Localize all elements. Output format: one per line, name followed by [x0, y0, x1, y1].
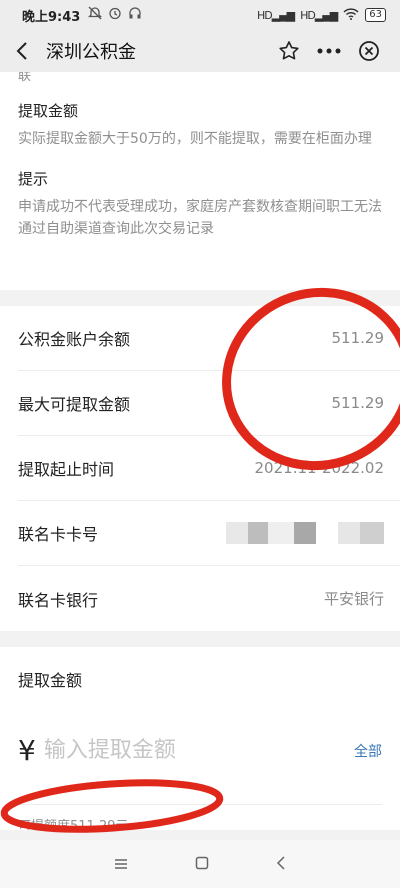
amount-input[interactable]	[43, 738, 334, 763]
back-triangle-icon	[277, 855, 285, 870]
status-right-icons: HD▂▄▆ HD▂▄▆ 63	[256, 7, 386, 23]
notice-body: 实际提取金额大于50万的，则不能提取，需要在柜面办理	[18, 131, 372, 147]
menu-nav-button[interactable]	[114, 854, 128, 875]
account-info-card: 公积金账户余额 511.29 最大可提取金额 511.29 提取起止时间 202…	[0, 306, 400, 631]
alarm-off-icon	[88, 6, 103, 24]
all-amount-link[interactable]: 全部	[354, 741, 382, 761]
page-content: 联 提取金额 实际提取金额大于50万的，则不能提取，需要在柜面办理 提示 申请成…	[0, 72, 400, 830]
hd-signal-icon: HD▂▄▆	[300, 8, 338, 22]
info-value: 2021.11-2022.02	[254, 459, 384, 477]
more-icon	[317, 48, 341, 54]
notice-card: 联 提取金额 实际提取金额大于50万的，则不能提取，需要在柜面办理 提示 申请成…	[0, 72, 400, 290]
notice-item-tip: 提示 申请成功不代表受理成功，家庭房产套数核查期间职工无法通过自助渠道查询此次交…	[18, 168, 382, 240]
info-row-bank: 联名卡银行 平安银行	[18, 566, 400, 631]
info-row-balance: 公积金账户余额 511.29	[18, 306, 400, 371]
wifi-icon	[343, 7, 359, 23]
info-label: 最大可提取金额	[18, 395, 131, 414]
info-label: 联名卡银行	[18, 590, 99, 610]
chevron-left-icon	[16, 42, 27, 60]
card-number-mask	[226, 522, 384, 544]
star-button[interactable]	[276, 38, 302, 64]
more-button[interactable]	[316, 38, 342, 64]
status-time: 晚上9:43	[22, 9, 81, 25]
nav-bar: 深圳公积金	[0, 30, 400, 72]
info-row-card-number: 联名卡卡号	[18, 501, 400, 566]
menu-icon	[114, 858, 127, 869]
info-row-max-amount: 最大可提取金额 511.29	[18, 371, 400, 436]
system-nav-bar	[0, 840, 400, 888]
close-circle-icon	[359, 41, 379, 61]
info-row-period: 提取起止时间 2021.11-2022.02	[18, 436, 400, 501]
amount-title: 提取金额	[18, 671, 83, 690]
nav-actions	[276, 38, 400, 64]
hd-signal-icon: HD▂▄▆	[256, 8, 295, 22]
withdraw-limit-text: 可提额度511.29元	[18, 819, 129, 830]
star-icon	[279, 41, 299, 60]
back-button[interactable]	[0, 30, 44, 72]
currency-symbol: ¥	[18, 734, 36, 767]
info-value: 511.29	[331, 394, 385, 412]
battery-icon: 63	[365, 8, 386, 22]
withdraw-amount-card: 提取金额 ¥ 全部 可提额度511.29元	[0, 647, 400, 830]
info-label: 提取起止时间	[18, 460, 115, 479]
info-value: 511.29	[331, 329, 385, 347]
status-left-icons	[88, 6, 142, 24]
info-label: 联名卡卡号	[18, 525, 99, 544]
info-value: 平安银行	[323, 590, 384, 608]
clock-icon	[108, 6, 122, 24]
home-square-icon	[195, 856, 209, 869]
notice-body: 申请成功不代表受理成功，家庭房产套数核查期间职工无法通过自助渠道查询此次交易记录	[18, 199, 382, 237]
page-title: 深圳公积金	[46, 42, 136, 63]
notice-cut-text: 联	[18, 72, 32, 84]
close-button[interactable]	[356, 38, 382, 64]
back-nav-button[interactable]	[276, 854, 286, 875]
headset-icon	[128, 6, 142, 24]
info-label: 公积金账户余额	[18, 330, 131, 349]
status-bar: 晚上9:43 HD▂▄▆ HD▂▄▆ 63	[0, 0, 400, 30]
notice-item-amount: 提取金额 实际提取金额大于50万的，则不能提取，需要在柜面办理	[18, 100, 382, 150]
notice-title: 提示	[18, 170, 49, 188]
section-divider	[0, 290, 400, 306]
section-divider	[0, 631, 400, 647]
home-nav-button[interactable]	[195, 854, 209, 875]
amount-input-row: ¥ 全部	[18, 731, 382, 805]
notice-title: 提取金额	[18, 102, 79, 120]
